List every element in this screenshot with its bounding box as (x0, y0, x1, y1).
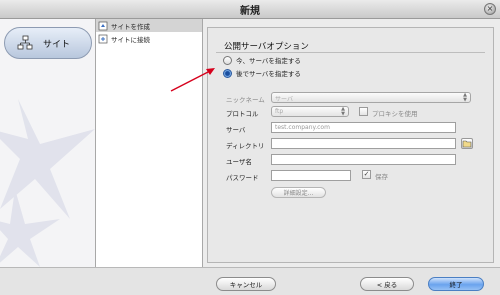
radio-specify-now[interactable]: 今、サーバを指定する (223, 55, 301, 65)
proxy-checkbox[interactable] (359, 107, 368, 116)
browse-folder-button[interactable] (461, 138, 473, 149)
close-icon[interactable]: × (484, 3, 496, 15)
updown-arrow-icon: ▲ ▼ (341, 106, 345, 117)
site-structure-icon (17, 35, 33, 50)
cancel-button[interactable]: キャンセル (216, 277, 276, 291)
password-input[interactable] (271, 170, 351, 181)
advanced-settings-button[interactable]: 詳細設定... (271, 187, 326, 198)
nickname-label: ニックネーム (226, 96, 265, 104)
list-item-connect-site[interactable]: サイトに接続 (96, 32, 202, 45)
folder-icon (462, 140, 472, 148)
radio-label: 今、サーバを指定する (236, 57, 301, 65)
create-site-icon (98, 21, 108, 30)
button-bar: キャンセル < 戻る 終了 (0, 267, 500, 295)
save-password-label: 保存 (375, 173, 388, 181)
updown-arrow-icon: ▲ ▼ (463, 92, 467, 103)
panel-title: 公開サーバオプション (224, 42, 309, 52)
protocol-label: プロトコル (226, 110, 259, 118)
proxy-label: プロキシを使用 (372, 110, 418, 118)
password-label: パスワード (226, 174, 259, 182)
title-bar: 新規 × (0, 0, 500, 19)
protocol-value: ftp (275, 108, 284, 115)
main-area: 公開サーバオプション 今、サーバを指定する 後でサーバを指定する ニックネーム … (203, 19, 500, 267)
server-placeholder: test.company.com (275, 124, 330, 131)
nickname-value: サーバ (275, 96, 293, 103)
save-password-checkbox[interactable]: ✓ (362, 170, 371, 179)
directory-input[interactable] (271, 138, 456, 149)
site-category-button[interactable]: サイト (4, 27, 92, 59)
server-label: サーバ (226, 126, 246, 134)
protocol-select[interactable]: ftp ▲ ▼ (271, 106, 349, 117)
username-label: ユーザ名 (226, 158, 252, 166)
list-item-create-site[interactable]: サイトを作成 (96, 19, 202, 32)
nickname-select[interactable]: サーバ ▲ ▼ (271, 92, 471, 103)
connect-site-icon (98, 34, 108, 43)
directory-label: ディレクトリ (226, 142, 265, 150)
username-input[interactable] (271, 154, 456, 165)
radio-button[interactable] (223, 68, 232, 78)
list-item-label: サイトに接続 (111, 35, 150, 44)
list-item-label: サイトを作成 (111, 22, 150, 31)
radio-label: 後でサーバを指定する (236, 70, 301, 78)
site-button-label: サイト (43, 39, 71, 50)
server-options-panel: 公開サーバオプション 今、サーバを指定する 後でサーバを指定する ニックネーム … (207, 27, 494, 263)
window-title: 新規 (240, 5, 260, 17)
back-button[interactable]: < 戻る (360, 277, 414, 291)
finish-button[interactable]: 終了 (428, 277, 484, 291)
divider (216, 52, 485, 53)
category-sidebar: サイト (0, 19, 96, 267)
server-input[interactable]: test.company.com (271, 122, 456, 133)
task-list: サイトを作成 サイトに接続 (96, 19, 203, 267)
radio-button[interactable] (223, 55, 232, 65)
radio-specify-later[interactable]: 後でサーバを指定する (223, 68, 301, 78)
